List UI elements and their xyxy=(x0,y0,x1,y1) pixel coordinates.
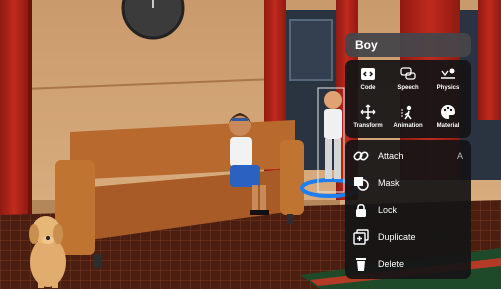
attach-label: Attach xyxy=(378,151,404,161)
sofa-leg xyxy=(94,254,102,268)
duplicate-icon xyxy=(353,229,369,245)
physics-tool-label: Physics xyxy=(436,85,460,91)
speech-icon xyxy=(387,64,429,84)
mask-label: Mask xyxy=(378,178,400,188)
code-tool-label: Code xyxy=(360,85,376,91)
curtain-right-4 xyxy=(478,0,501,120)
transform-icon xyxy=(347,102,389,122)
code-tool[interactable]: Code xyxy=(347,62,389,98)
speech-tool-label: Speech xyxy=(397,85,419,91)
tool-panel: Code Speech Physics Transform Animation xyxy=(345,60,471,138)
attach-icon xyxy=(353,148,369,164)
delete-action[interactable]: Delete xyxy=(345,251,471,278)
code-icon xyxy=(347,64,389,84)
material-tool-label: Material xyxy=(436,123,460,129)
material-tool[interactable]: Material xyxy=(427,100,469,136)
left-curtain-edge xyxy=(28,0,32,240)
speech-tool[interactable]: Speech xyxy=(387,62,429,98)
context-menu-title: Boy xyxy=(345,33,471,57)
lock-icon xyxy=(353,202,369,218)
animation-tool-label: Animation xyxy=(393,123,423,129)
3d-viewport[interactable]: Boy Code Speech Physics Transform Animat… xyxy=(0,0,501,289)
duplicate-label: Duplicate xyxy=(378,232,416,242)
material-icon xyxy=(427,102,469,122)
delete-label: Delete xyxy=(378,259,405,269)
attach-action[interactable]: Attach A xyxy=(345,143,471,170)
transform-tool[interactable]: Transform xyxy=(347,100,389,136)
sofa-arm-right xyxy=(280,140,304,215)
animation-icon xyxy=(387,102,429,122)
lock-label: Lock xyxy=(378,205,398,215)
action-panel: Attach A Mask Lock Duplicate Delete xyxy=(345,140,471,279)
physics-tool[interactable]: Physics xyxy=(427,62,469,98)
duplicate-action[interactable]: Duplicate xyxy=(345,224,471,251)
window-frame xyxy=(289,19,333,81)
transform-tool-label: Transform xyxy=(353,123,383,129)
attach-shortcut: A xyxy=(456,151,463,161)
left-curtain xyxy=(0,0,28,245)
lock-action[interactable]: Lock xyxy=(345,197,471,224)
physics-icon xyxy=(427,64,469,84)
dog-character[interactable] xyxy=(29,216,66,288)
mask-action[interactable]: Mask xyxy=(345,170,471,197)
animation-tool[interactable]: Animation xyxy=(387,100,429,136)
delete-icon xyxy=(353,256,369,272)
sofa-leg xyxy=(287,214,293,224)
mask-icon xyxy=(353,175,369,191)
